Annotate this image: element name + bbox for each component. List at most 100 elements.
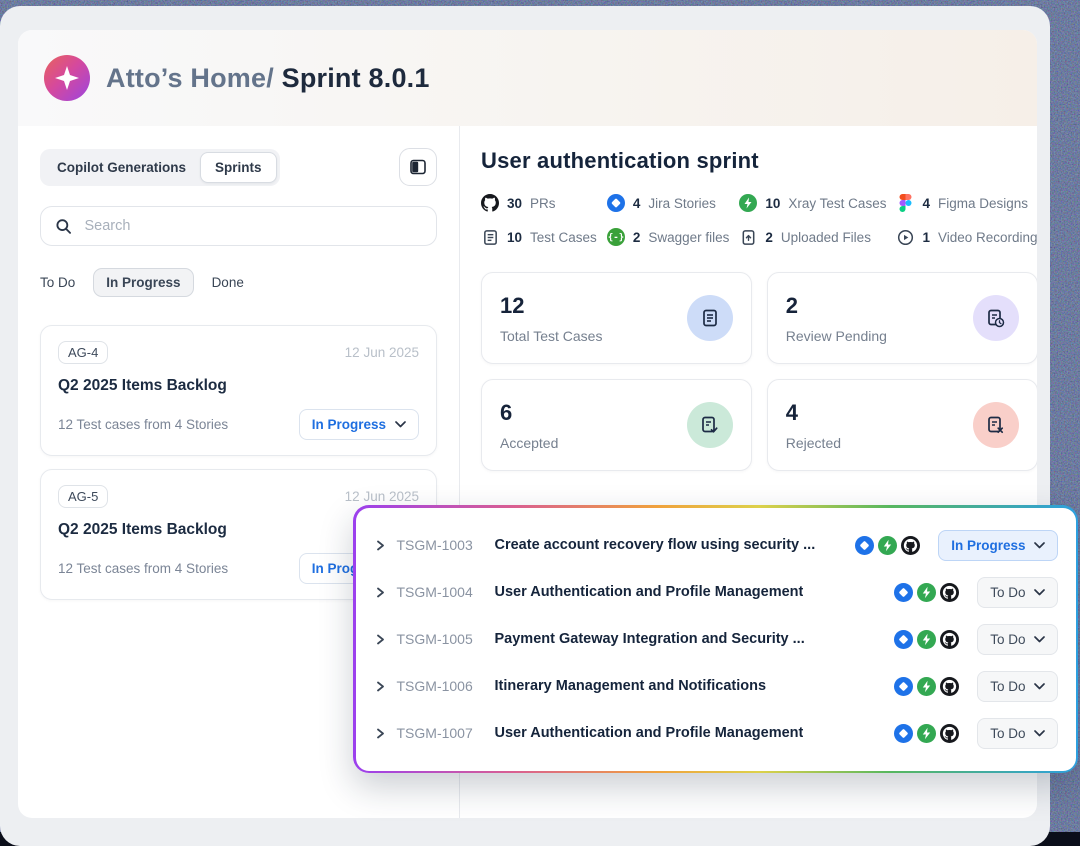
swagger-icon: {-} xyxy=(607,228,625,246)
chevron-down-icon xyxy=(1034,542,1045,549)
filter-todo[interactable]: To Do xyxy=(40,275,75,290)
document-x-icon xyxy=(973,402,1019,448)
test-cases-popup: TSGM-1003 Create account recovery flow u… xyxy=(353,505,1078,773)
summary-label: Review Pending xyxy=(786,328,887,344)
test-case-id: TSGM-1006 xyxy=(397,678,485,694)
tab-sprints[interactable]: Sprints xyxy=(200,152,277,183)
sprint-card-subtitle: 12 Test cases from 4 Stories xyxy=(58,417,228,432)
jira-icon xyxy=(607,194,625,212)
status-dropdown[interactable]: To Do xyxy=(977,718,1057,749)
sprint-card-ag4[interactable]: AG-4 12 Jun 2025 Q2 2025 Items Backlog 1… xyxy=(40,325,437,456)
jira-icon xyxy=(894,630,913,649)
github-icon xyxy=(481,194,499,212)
toggle-sidebar-button[interactable] xyxy=(399,148,437,186)
jira-icon xyxy=(894,677,913,696)
source-icons xyxy=(894,630,959,649)
atto-logo-icon xyxy=(44,55,90,101)
sprint-title: Sprint 8.0.1 xyxy=(282,63,430,93)
test-case-row[interactable]: TSGM-1003 Create account recovery flow u… xyxy=(356,530,1076,561)
chevron-down-icon xyxy=(395,421,406,428)
status-dropdown[interactable]: To Do xyxy=(977,671,1057,702)
test-case-id: TSGM-1005 xyxy=(397,631,485,647)
figma-icon xyxy=(896,194,914,212)
summary-value: 2 xyxy=(786,293,887,319)
sprint-card-title: Q2 2025 Items Backlog xyxy=(58,377,419,395)
test-case-id: TSGM-1003 xyxy=(397,537,485,553)
summary-card-total: 12 Total Test Cases xyxy=(481,272,752,364)
page-title: Atto’s Home/ Sprint 8.0.1 xyxy=(106,63,430,94)
search-box[interactable] xyxy=(40,206,437,246)
status-dropdown[interactable]: To Do xyxy=(977,577,1057,608)
summary-card-accepted: 6 Accepted xyxy=(481,379,752,471)
chevron-right-icon[interactable] xyxy=(374,633,387,646)
uploaded-files-icon xyxy=(739,228,757,246)
source-icons xyxy=(894,724,959,743)
source-icons xyxy=(855,536,920,555)
status-dropdown[interactable]: In Progress xyxy=(299,409,419,440)
github-icon xyxy=(940,677,959,696)
github-icon xyxy=(940,630,959,649)
github-icon xyxy=(940,724,959,743)
status-dropdown[interactable]: To Do xyxy=(977,624,1057,655)
chevron-right-icon[interactable] xyxy=(374,727,387,740)
xray-icon xyxy=(917,724,936,743)
xray-icon xyxy=(739,194,757,212)
chevron-right-icon[interactable] xyxy=(374,539,387,552)
chevron-down-icon xyxy=(1034,589,1045,596)
source-icons xyxy=(894,677,959,696)
stat-xray-test-cases: 10Xray Test Cases xyxy=(739,194,886,212)
sprint-date: 12 Jun 2025 xyxy=(345,345,419,360)
sprint-heading: User authentication sprint xyxy=(481,148,1037,174)
status-filters: To Do In Progress Done xyxy=(40,268,437,297)
test-case-id: TSGM-1004 xyxy=(397,584,485,600)
test-case-title: User Authentication and Profile Manageme… xyxy=(495,725,804,741)
summary-label: Total Test Cases xyxy=(500,328,602,344)
chevron-right-icon[interactable] xyxy=(374,680,387,693)
chevron-down-icon xyxy=(1034,730,1045,737)
test-case-title: Create account recovery flow using secur… xyxy=(495,537,816,553)
test-case-row[interactable]: TSGM-1004 User Authentication and Profil… xyxy=(356,577,1076,608)
sprint-id-badge: AG-4 xyxy=(58,341,108,364)
svg-text:{-}: {-} xyxy=(608,233,624,243)
github-icon xyxy=(901,536,920,555)
jira-icon xyxy=(894,724,913,743)
search-input[interactable] xyxy=(84,218,422,234)
stat-jira-stories: 4Jira Stories xyxy=(607,194,730,212)
source-icons xyxy=(894,583,959,602)
document-clock-icon xyxy=(973,295,1019,341)
jira-icon xyxy=(894,583,913,602)
summary-value: 6 xyxy=(500,400,558,426)
stat-prs: 30PRs xyxy=(481,194,597,212)
github-icon xyxy=(940,583,959,602)
test-case-title: Itinerary Management and Notifications xyxy=(495,678,767,694)
sprint-date: 12 Jun 2025 xyxy=(345,489,419,504)
test-case-row[interactable]: TSGM-1006 Itinerary Management and Notif… xyxy=(356,671,1076,702)
breadcrumb: Atto’s Home/ xyxy=(106,63,274,93)
stat-figma-designs: 4Figma Designs xyxy=(896,194,1037,212)
app-header: Atto’s Home/ Sprint 8.0.1 xyxy=(18,30,1037,126)
sprint-id-badge: AG-5 xyxy=(58,485,108,508)
xray-icon xyxy=(917,677,936,696)
document-check-icon xyxy=(687,402,733,448)
jira-icon xyxy=(855,536,874,555)
test-case-row[interactable]: TSGM-1005 Payment Gateway Integration an… xyxy=(356,624,1076,655)
stat-test-cases: 10Test Cases xyxy=(481,228,597,246)
status-dropdown[interactable]: In Progress xyxy=(938,530,1057,561)
filter-done[interactable]: Done xyxy=(212,275,244,290)
summary-value: 4 xyxy=(786,400,841,426)
search-icon xyxy=(55,217,72,236)
stats-grid: 30PRs 4Jira Stories 10Xray Test Cases 4F… xyxy=(481,194,1037,246)
xray-icon xyxy=(878,536,897,555)
summary-label: Accepted xyxy=(500,435,558,451)
test-case-id: TSGM-1007 xyxy=(397,725,485,741)
tab-copilot-generations[interactable]: Copilot Generations xyxy=(43,153,200,182)
filter-in-progress[interactable]: In Progress xyxy=(93,268,193,297)
sprint-card-subtitle: 12 Test cases from 4 Stories xyxy=(58,561,228,576)
document-icon xyxy=(687,295,733,341)
xray-icon xyxy=(917,583,936,602)
summary-card-rejected: 4 Rejected xyxy=(767,379,1037,471)
test-cases-icon xyxy=(481,228,499,246)
chevron-right-icon[interactable] xyxy=(374,586,387,599)
test-case-row[interactable]: TSGM-1007 User Authentication and Profil… xyxy=(356,718,1076,749)
xray-icon xyxy=(917,630,936,649)
